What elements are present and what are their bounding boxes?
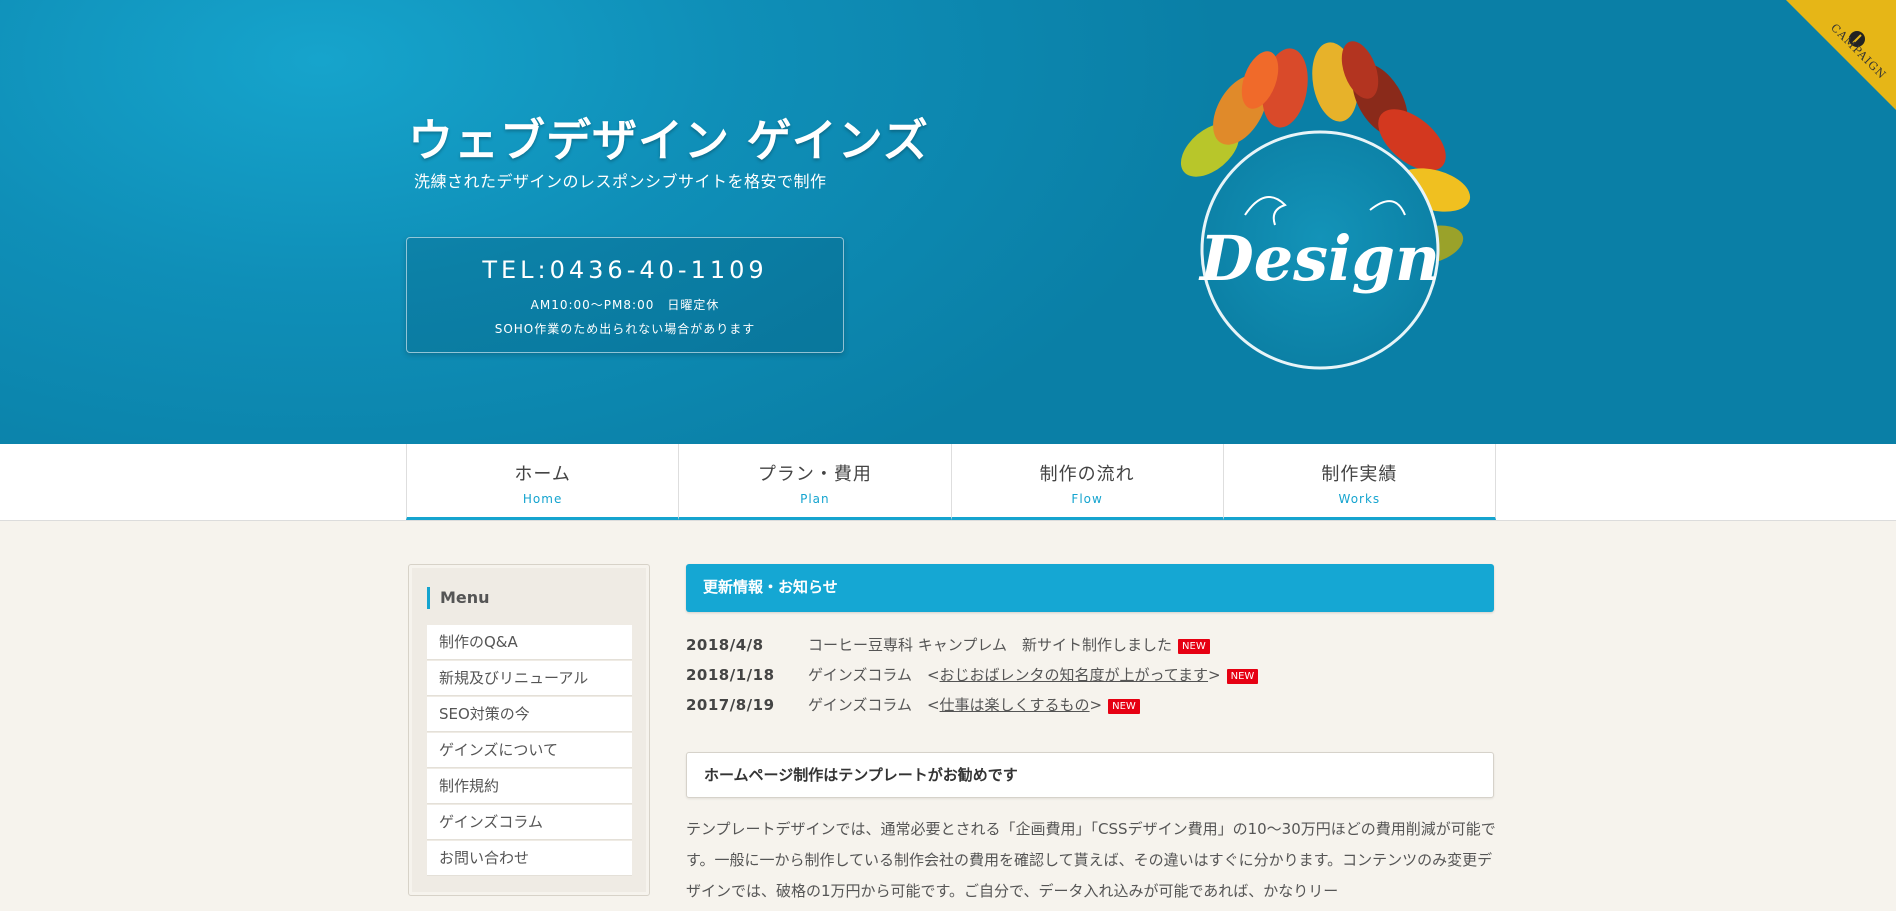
- nav-label: プラン・費用: [757, 464, 872, 485]
- section-paragraph: テンプレートデザインでは、通常必要とされる「企画費用」「CSSデザイン費用」の1…: [686, 820, 1496, 900]
- global-nav: ホーム Home プラン・費用 Plan 制作の流れ Flow 制作実績 Wor…: [0, 444, 1896, 521]
- nav-sublabel: Plan: [800, 492, 830, 506]
- news-date: 2018/1/18: [686, 666, 775, 684]
- nav-sublabel: Flow: [1071, 492, 1103, 506]
- sidebar-item-terms[interactable]: 制作規約: [427, 769, 632, 804]
- news-date: 2017/8/19: [686, 696, 775, 714]
- site-title[interactable]: ウェブデザイン ゲインズ: [408, 104, 929, 169]
- business-hours: AM10:00～PM8:00 日曜定休: [530, 298, 720, 312]
- news-text: ゲインズコラム <おじおばレンタの知名度が上がってます> NEW: [808, 660, 1259, 690]
- news-item: 2018/4/8 コーヒー豆専科 キャンプレム 新サイト制作しました NEW: [686, 630, 1494, 660]
- news-prefix: ゲインズコラム <: [808, 666, 940, 684]
- sidebar-item-qa[interactable]: 制作のQ&A: [427, 625, 632, 660]
- news-link[interactable]: おじおばレンタの知名度が上がってます: [940, 666, 1209, 684]
- news-item: 2017/8/19 ゲインズコラム <仕事は楽しくするもの> NEW: [686, 690, 1494, 720]
- news-suffix: >: [1089, 696, 1103, 714]
- sidebar-title: Menu: [427, 587, 490, 609]
- tel-note: SOHO作業のため出られない場合があります: [494, 322, 756, 336]
- news-text: ゲインズコラム <仕事は楽しくするもの> NEW: [808, 690, 1140, 720]
- nav-works[interactable]: 制作実績 Works: [1222, 444, 1496, 520]
- new-badge: NEW: [1178, 639, 1210, 654]
- news-text: コーヒー豆専科 キャンプレム 新サイト制作しました NEW: [808, 630, 1210, 660]
- campaign-ribbon[interactable]: CAMPAIGN: [1756, 0, 1896, 140]
- design-logo-text: Design: [1198, 222, 1440, 295]
- site-header: ウェブデザイン ゲインズ 洗練されたデザインのレスポンシブサイトを格安で制作 T…: [0, 0, 1896, 444]
- nav-home[interactable]: ホーム Home: [406, 444, 679, 520]
- nav-plan[interactable]: プラン・費用 Plan: [678, 444, 951, 520]
- news-prefix[interactable]: コーヒー豆専科 キャンプレム 新サイト制作しました: [808, 636, 1172, 654]
- nav-sublabel: Home: [522, 492, 563, 506]
- new-badge: NEW: [1226, 669, 1259, 684]
- sidebar-item-contact[interactable]: お問い合わせ: [427, 841, 632, 876]
- tel-number[interactable]: TEL:0436-40-1109: [407, 256, 843, 284]
- section-heading: ホームページ制作はテンプレートがお勧めです: [686, 752, 1494, 798]
- sidebar-item-about[interactable]: ゲインズについて: [427, 733, 632, 768]
- news-suffix: >: [1208, 666, 1221, 684]
- new-badge: NEW: [1108, 699, 1140, 714]
- news-date: 2018/4/8: [686, 636, 764, 654]
- news-heading: 更新情報・お知らせ: [686, 564, 1494, 612]
- nav-label: 制作の流れ: [1039, 464, 1135, 485]
- nav-label: ホーム: [514, 464, 571, 485]
- news-list: 2018/4/8 コーヒー豆専科 キャンプレム 新サイト制作しました NEW 20…: [686, 630, 1494, 720]
- nav-sublabel: Works: [1338, 492, 1381, 506]
- sidebar-item-new-renewal[interactable]: 新規及びリニューアル: [427, 661, 632, 696]
- design-logo-illustration: Design: [1180, 41, 1471, 370]
- news-link[interactable]: 仕事は楽しくするもの: [940, 696, 1090, 714]
- nav-flow[interactable]: 制作の流れ Flow: [950, 444, 1223, 520]
- news-item: 2018/1/18 ゲインズコラム <おじおばレンタの知名度が上がってます> NE…: [686, 660, 1494, 690]
- site-subtitle: 洗練されたデザインのレスポンシブサイトを格安で制作: [414, 172, 827, 191]
- sidebar-menu: Menu 制作のQ&A 新規及びリニューアル SEO対策の今 ゲインズについて …: [408, 564, 650, 896]
- news-prefix: ゲインズコラム <: [808, 696, 940, 714]
- sidebar-item-column[interactable]: ゲインズコラム: [427, 805, 632, 840]
- sidebar-item-seo[interactable]: SEO対策の今: [427, 697, 632, 732]
- nav-label: 制作実績: [1321, 464, 1398, 485]
- contact-box: TEL:0436-40-1109 AM10:00～PM8:00 日曜定休 SOH…: [406, 237, 844, 353]
